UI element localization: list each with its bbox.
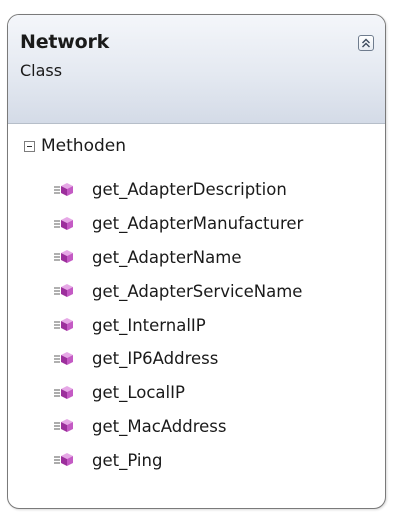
method-label: get_Ping (92, 450, 163, 470)
double-chevron-up-icon[interactable] (358, 35, 374, 51)
method-label: get_InternalIP (92, 315, 206, 335)
method-item[interactable]: get_Ping (8, 443, 385, 477)
method-item[interactable]: get_AdapterManufacturer (8, 207, 385, 241)
method-label: get_AdapterManufacturer (92, 214, 304, 234)
method-cube-icon (53, 384, 75, 402)
class-header: Network Class (8, 15, 385, 123)
header-divider (8, 123, 385, 124)
compartment-header-methoden[interactable]: Methoden (24, 134, 126, 158)
minus-box-icon[interactable] (24, 140, 35, 152)
method-item[interactable]: get_InternalIP (8, 308, 385, 342)
method-cube-icon (53, 451, 75, 469)
method-item[interactable]: get_AdapterDescription (8, 173, 385, 207)
compartment-label: Methoden (41, 136, 126, 156)
method-item[interactable]: get_MacAddress (8, 410, 385, 444)
class-name: Network (20, 31, 110, 53)
method-list: get_AdapterDescription get_AdapterManufac… (8, 173, 385, 477)
method-label: get_AdapterServiceName (92, 281, 303, 301)
method-label: get_AdapterDescription (92, 180, 287, 200)
method-item[interactable]: get_AdapterServiceName (8, 274, 385, 308)
method-cube-icon (53, 316, 75, 334)
class-shape-network[interactable]: Network Class Methoden get_AdapterDescri… (7, 14, 386, 509)
method-item[interactable]: get_IP6Address (8, 342, 385, 376)
method-cube-icon (53, 350, 75, 368)
method-cube-icon (53, 215, 75, 233)
class-stereotype: Class (20, 61, 63, 80)
method-item[interactable]: get_LocalIP (8, 376, 385, 410)
method-label: get_MacAddress (92, 416, 227, 436)
method-label: get_AdapterName (92, 247, 242, 267)
method-label: get_IP6Address (92, 349, 219, 369)
method-cube-icon (53, 282, 75, 300)
method-cube-icon (53, 181, 75, 199)
method-cube-icon (53, 417, 75, 435)
method-cube-icon (53, 248, 75, 266)
method-label: get_LocalIP (92, 383, 185, 403)
method-item[interactable]: get_AdapterName (8, 241, 385, 275)
